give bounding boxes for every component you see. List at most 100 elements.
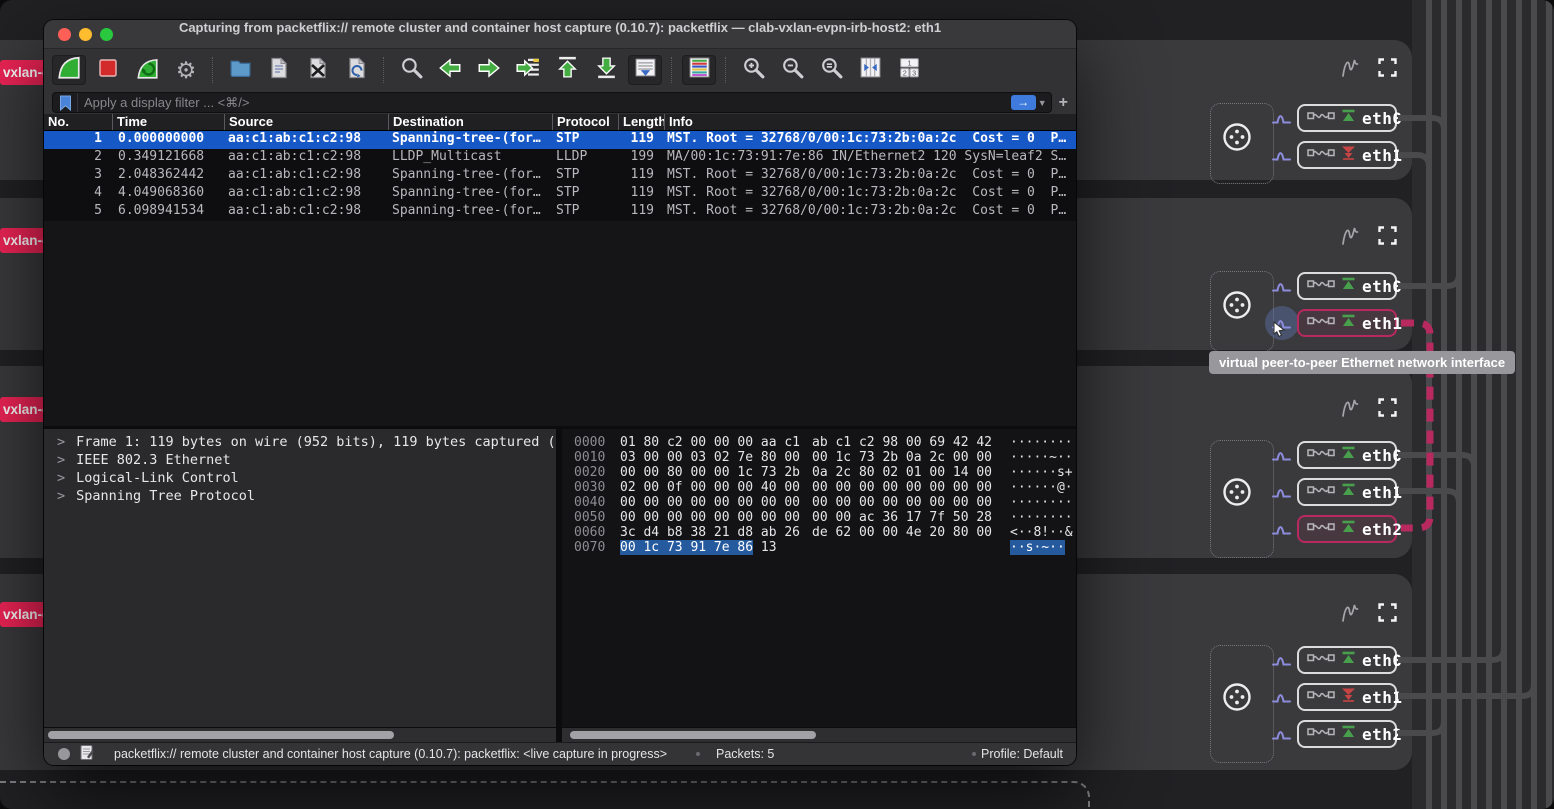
add-filter-button[interactable]: + [1059, 94, 1068, 112]
detail-tree-row[interactable]: >Frame 1: 119 bytes on wire (952 bits), … [44, 434, 556, 452]
colorize-packets-button[interactable] [682, 55, 716, 85]
interface-button-eth1[interactable]: eth1 [1297, 309, 1397, 337]
chevron-right-icon[interactable]: > [57, 434, 65, 450]
title-bar[interactable]: Capturing from packetflix:// remote clus… [44, 20, 1076, 49]
capture-activity-icon[interactable] [1338, 54, 1362, 85]
scrollbar-thumb[interactable] [48, 731, 394, 739]
save-file-button[interactable] [262, 55, 296, 85]
capture-packets-icon[interactable] [1272, 448, 1292, 462]
zoom-reset-button[interactable] [814, 55, 848, 85]
hex-row[interactable]: 003002 00 0f 00 00 00 40 0000 00 00 00 0… [562, 480, 1076, 495]
capture-packets-icon[interactable] [1272, 148, 1292, 162]
hex-row[interactable]: 002000 00 80 00 00 1c 73 2b0a 2c 80 02 0… [562, 465, 1076, 480]
stop-capture-button[interactable] [91, 55, 125, 85]
detail-tree-row[interactable]: >IEEE 802.3 Ethernet [44, 452, 556, 470]
chevron-right-icon[interactable]: > [57, 452, 65, 468]
hex-row[interactable]: 005000 00 00 00 00 00 00 0000 00 ac 36 1… [562, 510, 1076, 525]
capture-packets-icon[interactable] [1272, 111, 1292, 125]
packet-row[interactable]: 32.048362442aa:c1:ab:c1:c2:98Spanning-tr… [44, 167, 1076, 185]
hex-row[interactable]: 00603c d4 b8 38 21 d8 ab 26de 62 00 00 4… [562, 525, 1076, 540]
start-capture-button[interactable] [52, 55, 86, 85]
interface-up-icon [1340, 276, 1357, 296]
interface-up-icon [1340, 108, 1357, 128]
packet-row[interactable]: 20.349121668aa:c1:ab:c1:c2:98LLDP_Multic… [44, 149, 1076, 167]
last-packet-button[interactable] [589, 55, 623, 85]
column-header-protocol[interactable]: Protocol [552, 114, 618, 130]
capture-activity-icon[interactable] [1338, 599, 1362, 630]
column-header-time[interactable]: Time [112, 114, 224, 130]
zoom-in-button[interactable] [736, 55, 770, 85]
detail-tree-row[interactable]: > Logical-Link Control [44, 470, 556, 488]
detail-horizontal-scrollbar[interactable] [44, 727, 556, 742]
capture-activity-icon[interactable] [1338, 222, 1362, 253]
auto-scroll-button[interactable] [628, 55, 662, 85]
packet-list-header[interactable]: No.TimeSourceDestinationProtocolLengthIn… [44, 114, 1076, 131]
expand-icon[interactable] [1378, 58, 1397, 82]
first-packet-button[interactable] [550, 55, 584, 85]
packet-row[interactable]: 56.098941534aa:c1:ab:c1:c2:98Spanning-tr… [44, 203, 1076, 221]
column-header-no[interactable]: No. [44, 114, 112, 130]
open-file-button[interactable] [223, 55, 257, 85]
display-filter-input[interactable] [78, 95, 1011, 110]
hex-row[interactable]: 007000 1c 73 91 7e 86 13··s·~·· [562, 540, 1076, 555]
hex-bytes: de 62 00 00 4e 20 80 00 [812, 525, 992, 540]
filter-bookmark-icon[interactable] [53, 93, 78, 112]
profile-selector[interactable]: Profile: Default [981, 747, 1063, 761]
capture-packets-icon[interactable] [1272, 279, 1292, 293]
column-header-length[interactable]: Length [618, 114, 664, 130]
detail-tree-row[interactable]: >Spanning Tree Protocol [44, 488, 556, 506]
apply-filter-button[interactable]: → [1011, 95, 1036, 110]
filter-dropdown-caret-icon[interactable]: ▼ [1038, 98, 1047, 108]
zoom-out-button[interactable] [775, 55, 809, 85]
capture-file-properties-icon[interactable] [80, 744, 95, 764]
interface-button-eth0[interactable]: eth0 [1297, 104, 1397, 132]
packet-row[interactable]: 44.049068360aa:c1:ab:c1:c2:98Spanning-tr… [44, 185, 1076, 203]
interface-button-eth2[interactable]: eth2 [1297, 720, 1397, 748]
interface-button-eth1[interactable]: eth1 [1297, 683, 1397, 711]
capture-packets-icon[interactable] [1272, 485, 1292, 499]
hex-row[interactable]: 001003 00 00 03 02 7e 80 0000 1c 73 2b 0… [562, 450, 1076, 465]
display-filter-field[interactable]: → ▼ [52, 92, 1052, 113]
layout-chooser-button[interactable]: 123 [892, 55, 926, 85]
expand-icon[interactable] [1378, 603, 1397, 627]
restart-capture-button[interactable] [130, 55, 164, 85]
save-file-icon [267, 56, 291, 85]
capture-activity-icon[interactable] [1338, 394, 1362, 425]
find-packet-button[interactable] [394, 55, 428, 85]
capture-packets-icon[interactable] [1272, 690, 1292, 704]
expand-icon[interactable] [1378, 398, 1397, 422]
chevron-right-icon[interactable]: > [57, 470, 65, 486]
capture-packets-icon[interactable] [1272, 727, 1292, 741]
interface-button-eth1[interactable]: eth1 [1297, 141, 1397, 169]
column-header-info[interactable]: Info [664, 114, 1076, 130]
interface-button-eth0[interactable]: eth0 [1297, 441, 1397, 469]
chevron-right-icon[interactable]: > [57, 488, 65, 504]
hex-offset: 0040 [574, 495, 605, 510]
expert-info-icon[interactable] [58, 748, 70, 760]
interface-button-eth1[interactable]: eth1 [1297, 478, 1397, 506]
interface-button-eth0[interactable]: eth0 [1297, 272, 1397, 300]
expand-icon[interactable] [1378, 226, 1397, 250]
reload-file-button[interactable] [340, 55, 374, 85]
go-to-packet-button[interactable] [511, 55, 545, 85]
close-file-button[interactable] [301, 55, 335, 85]
hex-selection: 00 1c 73 91 7e 86 [620, 540, 753, 555]
next-packet-button[interactable] [472, 55, 506, 85]
capture-packets-icon[interactable] [1272, 522, 1292, 536]
hex-row[interactable]: 004000 00 00 00 00 00 00 0000 00 00 00 0… [562, 495, 1076, 510]
hex-row[interactable]: 000001 80 c2 00 00 00 aa c1ab c1 c2 98 0… [562, 435, 1076, 450]
capture-status-text: packetflix:// remote cluster and contain… [114, 747, 667, 761]
detail-tree-label: Logical-Link Control [76, 470, 239, 486]
column-header-source[interactable]: Source [224, 114, 388, 130]
capture-options-button[interactable]: ⚙ [169, 55, 203, 85]
interface-button-eth2[interactable]: eth2 [1297, 515, 1397, 543]
column-header-destination[interactable]: Destination [388, 114, 552, 130]
interface-button-eth0[interactable]: eth0 [1297, 646, 1397, 674]
scrollbar-thumb[interactable] [570, 731, 816, 739]
capture-packets-icon[interactable] [1272, 653, 1292, 667]
packet-row[interactable]: 10.000000000aa:c1:ab:c1:c2:98Spanning-tr… [44, 131, 1076, 149]
resize-columns-button[interactable] [853, 55, 887, 85]
previous-packet-button[interactable] [433, 55, 467, 85]
bytes-horizontal-scrollbar[interactable] [562, 727, 1076, 742]
veth-pair-icon [1307, 651, 1335, 669]
